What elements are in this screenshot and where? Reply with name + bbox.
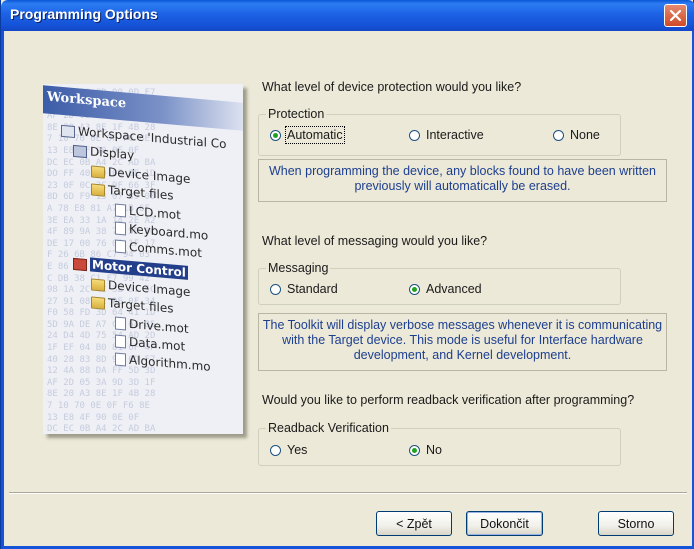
protection-question: What level of device protection would yo… bbox=[262, 80, 522, 94]
radio-verification-no[interactable]: No bbox=[409, 443, 442, 457]
back-button[interactable]: < Zpět bbox=[376, 511, 452, 536]
tree-item-label: Keyboard.mo bbox=[129, 221, 209, 243]
file-icon bbox=[115, 239, 126, 254]
protection-group-label: Protection bbox=[266, 107, 327, 121]
tree-item-target-files-2: Target files bbox=[91, 294, 174, 316]
file-icon bbox=[115, 334, 126, 349]
motor-icon bbox=[73, 257, 87, 271]
display-icon bbox=[73, 144, 87, 158]
radio-protection-automatic[interactable]: Automatic bbox=[270, 126, 345, 144]
file-icon bbox=[115, 203, 126, 218]
tree-item-label: LCD.mot bbox=[129, 203, 181, 223]
tree-item-display: Display bbox=[73, 143, 134, 162]
folder-icon bbox=[91, 295, 105, 310]
tree-item-comms: Comms.mot bbox=[115, 239, 202, 261]
radio-dot bbox=[409, 444, 420, 456]
radio-label: Interactive bbox=[426, 128, 484, 142]
tree-item-label: Device Image bbox=[108, 277, 191, 300]
tree-item-drive: Drive.mot bbox=[115, 316, 189, 336]
workspace-icon bbox=[61, 124, 75, 138]
radio-label: Yes bbox=[287, 443, 308, 457]
protection-info: When programming the device, any blocks … bbox=[258, 159, 667, 202]
radio-dot bbox=[270, 444, 281, 456]
finish-button[interactable]: Dokončit bbox=[466, 511, 543, 536]
tree-item-label: Display bbox=[90, 144, 135, 163]
tree-item-label: Data.mot bbox=[129, 334, 186, 354]
button-divider bbox=[9, 492, 687, 494]
tree-item-label: Target files bbox=[108, 182, 174, 203]
close-button[interactable] bbox=[664, 4, 687, 27]
radio-protection-none[interactable]: None bbox=[553, 128, 600, 142]
radio-dot bbox=[409, 283, 420, 295]
close-icon bbox=[669, 9, 682, 22]
radio-verification-yes[interactable]: Yes bbox=[270, 443, 307, 457]
radio-label: Automatic bbox=[285, 126, 345, 144]
file-icon bbox=[115, 221, 126, 236]
verification-question: Would you like to perform readback verif… bbox=[262, 393, 635, 407]
tree-item-target-files: Target files bbox=[91, 181, 174, 203]
radio-label: None bbox=[570, 128, 600, 142]
radio-label: Standard bbox=[287, 282, 338, 296]
tree-item-label: Target files bbox=[108, 295, 174, 316]
tree-item-label: Device Image bbox=[108, 164, 191, 187]
cancel-button[interactable]: Storno bbox=[598, 511, 674, 536]
radio-dot bbox=[270, 129, 281, 141]
radio-dot bbox=[270, 283, 281, 295]
tree-item-label: Algorithm.mo bbox=[129, 352, 211, 374]
workspace-tree-image: Workspace Workspace 'Industrial Co Displ… bbox=[43, 84, 243, 434]
tree-item-label: Motor Control bbox=[90, 257, 188, 280]
tree-item-algorithm: Algorithm.mo bbox=[115, 352, 211, 374]
radio-messaging-advanced[interactable]: Advanced bbox=[409, 282, 482, 296]
radio-label: No bbox=[426, 443, 442, 457]
radio-dot bbox=[553, 129, 564, 141]
messaging-question: What level of messaging would you like? bbox=[262, 234, 488, 248]
workspace-header-label: Workspace bbox=[47, 89, 127, 112]
folder-icon bbox=[91, 164, 105, 179]
file-icon bbox=[115, 352, 126, 367]
file-icon bbox=[115, 316, 126, 331]
verification-group-label: Readback Verification bbox=[266, 421, 391, 435]
folder-icon bbox=[91, 277, 105, 292]
radio-protection-interactive[interactable]: Interactive bbox=[409, 128, 484, 142]
tree-item-lcd: LCD.mot bbox=[115, 203, 181, 223]
title-bar[interactable]: Programming Options bbox=[1, 0, 694, 31]
window-frame-left bbox=[1, 31, 4, 549]
messaging-info: The Toolkit will display verbose message… bbox=[258, 313, 667, 371]
folder-icon bbox=[91, 182, 105, 197]
workspace-illustration: 40 28 83 8D 90 0D F7 12 4A 88 DA FF 5D 3… bbox=[43, 84, 243, 434]
radio-messaging-standard[interactable]: Standard bbox=[270, 282, 338, 296]
tree-item-label: Drive.mot bbox=[129, 316, 189, 336]
radio-dot bbox=[409, 129, 420, 141]
programming-options-dialog: Programming Options 40 28 83 8D 90 0D F7… bbox=[0, 0, 694, 549]
tree-item-data: Data.mot bbox=[115, 334, 185, 354]
window-title: Programming Options bbox=[10, 6, 158, 22]
messaging-group-label: Messaging bbox=[266, 261, 331, 275]
tree-item-label: Comms.mot bbox=[129, 239, 202, 261]
radio-label: Advanced bbox=[426, 282, 482, 296]
